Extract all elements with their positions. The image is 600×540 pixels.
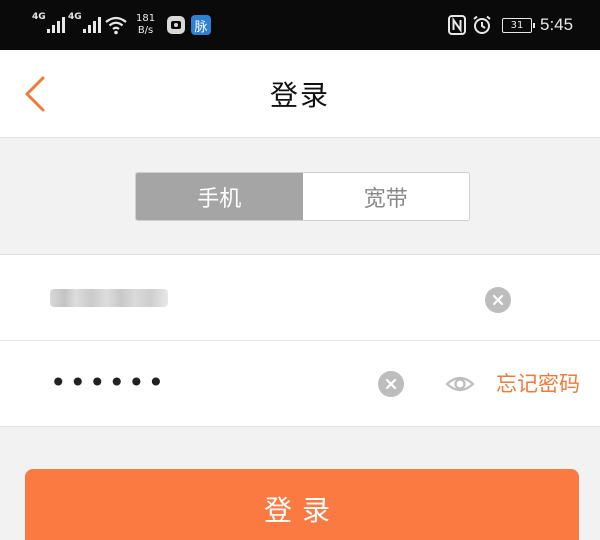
clear-phone-button[interactable] xyxy=(485,287,511,313)
show-password-toggle[interactable] xyxy=(445,369,475,399)
tab-broadband[interactable]: 宽带 xyxy=(302,173,469,220)
network-type-1: 4G xyxy=(32,12,46,22)
login-button[interactable]: 登录 xyxy=(25,469,579,540)
clear-icon xyxy=(492,294,504,306)
alarm-icon xyxy=(472,0,492,50)
battery-icon: 31 xyxy=(502,0,535,50)
signal-2: 4G xyxy=(68,0,101,50)
page-title: 登录 xyxy=(269,79,330,112)
signal-icon xyxy=(46,17,65,33)
app-icon xyxy=(166,0,186,50)
eye-icon xyxy=(445,376,475,392)
app-badge-icon: 脉 xyxy=(191,15,211,35)
signal-1: 4G xyxy=(32,0,65,50)
clear-password-button[interactable] xyxy=(378,371,404,397)
login-form: •••••• 忘记密码 xyxy=(0,254,600,427)
phone-row xyxy=(0,255,600,341)
net-speed-unit: B/s xyxy=(137,25,154,36)
clear-icon xyxy=(385,378,397,390)
clock: 5:45 xyxy=(540,15,574,34)
forgot-password-link[interactable]: 忘记密码 xyxy=(496,369,580,399)
password-row: •••••• 忘记密码 xyxy=(0,341,600,427)
net-speed: 181 B/s xyxy=(136,0,155,50)
header: 登录 xyxy=(0,50,600,138)
net-speed-value: 181 xyxy=(136,13,156,24)
tab-phone[interactable]: 手机 xyxy=(136,173,303,220)
password-field[interactable]: •••••• xyxy=(50,365,167,401)
wifi-icon xyxy=(104,0,128,50)
phone-number-field[interactable] xyxy=(50,289,168,307)
app-badge: 脉 xyxy=(191,0,211,50)
nfc-icon xyxy=(448,0,466,50)
login-type-tabs: 手机 宽带 xyxy=(135,172,470,221)
network-type-2: 4G xyxy=(68,12,82,22)
battery-level: 31 xyxy=(502,17,535,33)
status-bar: 4G 4G 181 B/s 脉 31 5:45 xyxy=(0,0,600,50)
signal-icon xyxy=(82,17,101,33)
